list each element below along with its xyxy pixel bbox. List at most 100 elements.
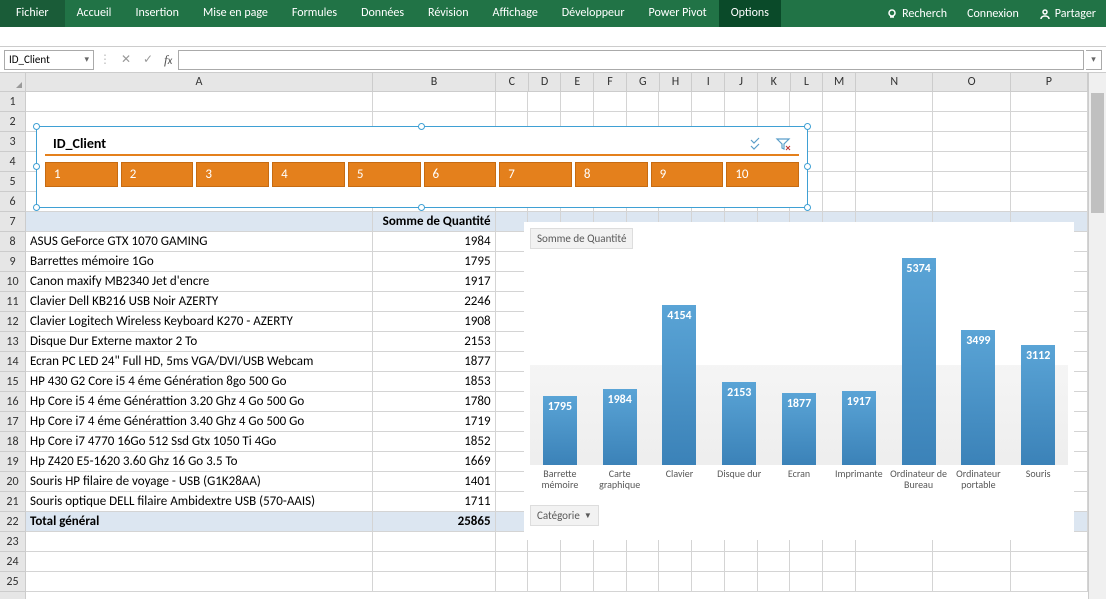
cell[interactable]: Hp Core i5 4 éme Générattion 3.20 Ghz 4 … bbox=[26, 392, 373, 412]
slicer-item[interactable]: 3 bbox=[196, 162, 269, 187]
name-box-dropdown-icon[interactable]: ▾ bbox=[84, 54, 89, 65]
cell[interactable]: Barrettes mémoire 1Go bbox=[26, 252, 373, 272]
formula-bar-expand-icon[interactable]: ▾ bbox=[1086, 50, 1102, 70]
cell[interactable] bbox=[790, 572, 823, 592]
cell[interactable] bbox=[933, 112, 1010, 132]
cell[interactable] bbox=[659, 552, 692, 572]
col-header-k[interactable]: K bbox=[758, 73, 791, 91]
cell[interactable] bbox=[1011, 572, 1088, 592]
cell[interactable] bbox=[856, 92, 933, 112]
cell[interactable] bbox=[823, 192, 856, 212]
row-header[interactable]: 25 bbox=[0, 572, 25, 592]
name-box[interactable]: ID_Client ▾ bbox=[4, 50, 94, 70]
col-header-p[interactable]: P bbox=[1011, 73, 1088, 91]
cell[interactable]: 1877 bbox=[373, 352, 496, 372]
cell[interactable] bbox=[627, 572, 660, 592]
cell[interactable]: 1853 bbox=[373, 372, 496, 392]
cell[interactable] bbox=[26, 212, 373, 232]
cell[interactable]: 2153 bbox=[373, 332, 496, 352]
col-header-n[interactable]: N bbox=[856, 73, 933, 91]
cell[interactable] bbox=[26, 572, 373, 592]
row-header[interactable]: 19 bbox=[0, 452, 25, 472]
cell[interactable] bbox=[692, 92, 725, 112]
row-header[interactable]: 15 bbox=[0, 372, 25, 392]
cell[interactable] bbox=[933, 152, 1010, 172]
tab-options[interactable]: Options bbox=[719, 0, 781, 27]
row-header[interactable]: 14 bbox=[0, 352, 25, 372]
cell[interactable] bbox=[933, 172, 1010, 192]
cell[interactable]: Total général bbox=[26, 512, 373, 532]
cell[interactable]: 1852 bbox=[373, 432, 496, 452]
row-header[interactable]: 20 bbox=[0, 472, 25, 492]
cell[interactable] bbox=[659, 572, 692, 592]
cell[interactable] bbox=[627, 92, 660, 112]
cell[interactable]: 1984 bbox=[373, 232, 496, 252]
cell[interactable]: 1669 bbox=[373, 452, 496, 472]
col-header-o[interactable]: O bbox=[933, 73, 1010, 91]
cell[interactable] bbox=[1011, 192, 1088, 212]
slicer-item[interactable]: 4 bbox=[272, 162, 345, 187]
col-header-a[interactable]: A bbox=[26, 73, 373, 91]
slicer-item[interactable]: 10 bbox=[726, 162, 799, 187]
cell[interactable]: 25865 bbox=[373, 512, 496, 532]
cell[interactable] bbox=[1011, 132, 1088, 152]
cell[interactable] bbox=[594, 572, 627, 592]
cell[interactable] bbox=[26, 532, 373, 552]
cell[interactable]: Canon maxify MB2340 Jet d'encre bbox=[26, 272, 373, 292]
cell[interactable]: HP 430 G2 Core i5 4 éme Génération 8go 5… bbox=[26, 372, 373, 392]
cell[interactable] bbox=[496, 552, 529, 572]
tab-mise-en-page[interactable]: Mise en page bbox=[191, 0, 280, 27]
cell[interactable] bbox=[26, 552, 373, 572]
cell[interactable] bbox=[594, 92, 627, 112]
multiselect-icon[interactable] bbox=[749, 137, 765, 151]
cell[interactable] bbox=[856, 132, 933, 152]
col-header-g[interactable]: G bbox=[627, 73, 660, 91]
cell[interactable] bbox=[725, 92, 758, 112]
select-all-corner[interactable] bbox=[0, 73, 26, 92]
cell[interactable]: Disque Dur Externe maxtor 2 To bbox=[26, 332, 373, 352]
tab-powerpivot[interactable]: Power Pivot bbox=[637, 0, 719, 27]
cell[interactable] bbox=[933, 572, 1010, 592]
row-header[interactable]: 17 bbox=[0, 412, 25, 432]
cell[interactable] bbox=[823, 572, 856, 592]
slicer-id-client[interactable]: ID_Client 12345678910 bbox=[36, 126, 808, 208]
row-header[interactable]: 22 bbox=[0, 512, 25, 532]
cell[interactable]: 1401 bbox=[373, 472, 496, 492]
cell[interactable] bbox=[933, 92, 1010, 112]
row-header[interactable]: 9 bbox=[0, 252, 25, 272]
table-row[interactable] bbox=[26, 572, 1088, 592]
cell[interactable] bbox=[528, 552, 561, 572]
cell[interactable] bbox=[823, 112, 856, 132]
slicer-item[interactable]: 1 bbox=[45, 162, 118, 187]
slicer-item[interactable]: 8 bbox=[575, 162, 648, 187]
fx-icon[interactable]: fx bbox=[160, 52, 176, 68]
cell[interactable] bbox=[856, 192, 933, 212]
row-header[interactable]: 4 bbox=[0, 152, 25, 172]
cell[interactable] bbox=[496, 572, 529, 592]
slicer-item[interactable]: 2 bbox=[121, 162, 194, 187]
pivot-chart[interactable]: Somme de Quantité 1795198441542153187719… bbox=[524, 222, 1074, 540]
cell[interactable] bbox=[758, 92, 791, 112]
tab-developpeur[interactable]: Développeur bbox=[550, 0, 637, 27]
table-row[interactable] bbox=[26, 552, 1088, 572]
row-header[interactable]: 1 bbox=[0, 92, 25, 112]
cell[interactable] bbox=[823, 152, 856, 172]
cell[interactable]: 1780 bbox=[373, 392, 496, 412]
cell[interactable]: 2246 bbox=[373, 292, 496, 312]
cell[interactable]: 1711 bbox=[373, 492, 496, 512]
row-header[interactable]: 16 bbox=[0, 392, 25, 412]
row-header[interactable]: 5 bbox=[0, 172, 25, 192]
col-header-l[interactable]: L bbox=[791, 73, 824, 91]
cell[interactable] bbox=[373, 532, 496, 552]
col-header-b[interactable]: B bbox=[373, 73, 496, 91]
cell[interactable] bbox=[933, 552, 1010, 572]
slicer-item[interactable]: 6 bbox=[424, 162, 497, 187]
cell[interactable] bbox=[627, 552, 660, 572]
cell[interactable] bbox=[26, 92, 373, 112]
cell[interactable] bbox=[725, 552, 758, 572]
cell[interactable]: 1719 bbox=[373, 412, 496, 432]
cell[interactable]: Souris optique DELL filaire Ambidextre U… bbox=[26, 492, 373, 512]
tab-donnees[interactable]: Données bbox=[349, 0, 416, 27]
cell[interactable] bbox=[823, 552, 856, 572]
cell[interactable]: Clavier Dell KB216 USB Noir AZERTY bbox=[26, 292, 373, 312]
